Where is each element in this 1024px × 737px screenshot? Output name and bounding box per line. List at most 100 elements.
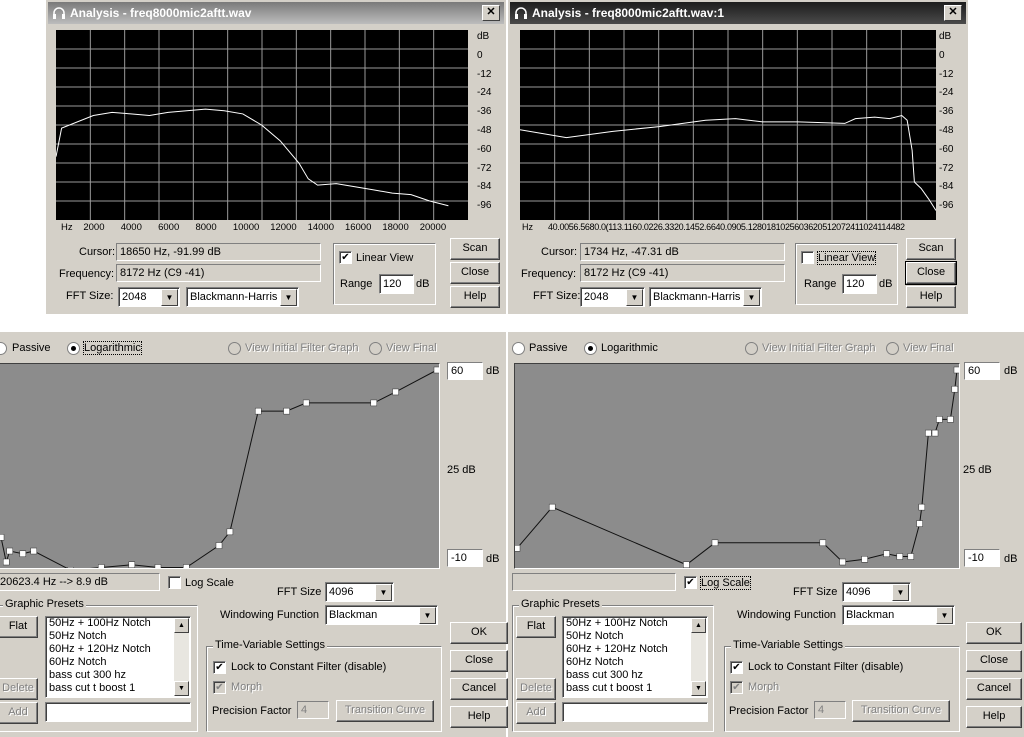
- view-initial-label[interactable]: View Initial Filter Graph: [762, 342, 876, 354]
- chevron-down-icon[interactable]: ▼: [892, 584, 909, 601]
- chevron-down-icon[interactable]: ▼: [743, 289, 760, 306]
- preset-item[interactable]: 50Hz + 100Hz Notch: [563, 617, 707, 630]
- ok-button[interactable]: OK: [966, 622, 1022, 644]
- preset-name-input[interactable]: [45, 702, 191, 722]
- window-function-select[interactable]: Blackmann-Harris ▼: [186, 287, 299, 307]
- add-button[interactable]: Add: [516, 702, 556, 724]
- close-icon[interactable]: ✕: [482, 5, 500, 21]
- preset-item[interactable]: 50Hz + 100Hz Notch: [46, 617, 190, 630]
- close-button[interactable]: Close: [966, 650, 1022, 672]
- range-input[interactable]: 120: [379, 274, 414, 294]
- fft-size-select[interactable]: 2048 ▼: [580, 287, 645, 307]
- logarithmic-label[interactable]: Logarithmic: [83, 341, 142, 355]
- chevron-down-icon[interactable]: ▼: [375, 584, 392, 601]
- windowing-function-select[interactable]: Blackman ▼: [842, 605, 955, 625]
- view-final-radio[interactable]: [886, 342, 899, 355]
- title-bar[interactable]: Analysis - freq8000mic2aftt.wav ✕: [48, 2, 504, 24]
- scroll-up-icon[interactable]: ▲: [174, 618, 189, 633]
- presets-scrollbar[interactable]: ▲ ▼: [174, 618, 189, 696]
- close-button[interactable]: Close: [905, 261, 957, 285]
- preset-item[interactable]: bass cut t boost 1: [563, 682, 707, 695]
- cancel-button[interactable]: Cancel: [966, 678, 1022, 700]
- passive-label[interactable]: Passive: [529, 342, 568, 354]
- db-bottom-value[interactable]: -10: [964, 549, 1000, 567]
- title-bar[interactable]: Analysis - freq8000mic2aftt.wav:1 ✕: [510, 2, 966, 24]
- linear-view-checkbox[interactable]: [801, 251, 814, 264]
- lock-constant-checkbox[interactable]: ✔: [730, 661, 743, 674]
- morph-checkbox[interactable]: ✔: [213, 681, 226, 694]
- scroll-up-icon[interactable]: ▲: [691, 618, 706, 633]
- spectrum-plot[interactable]: [520, 30, 936, 220]
- range-input[interactable]: 120: [842, 274, 877, 294]
- window-function-select[interactable]: Blackmann-Harris ▼: [649, 287, 762, 307]
- spectrum-plot[interactable]: [56, 30, 468, 220]
- log-scale-checkbox[interactable]: [168, 576, 181, 589]
- presets-list[interactable]: 50Hz + 100Hz Notch 50Hz Notch 60Hz + 120Hz…: [45, 616, 191, 698]
- delete-button[interactable]: Delete: [516, 678, 556, 700]
- chevron-down-icon[interactable]: ▼: [936, 607, 953, 624]
- add-button[interactable]: Add: [0, 702, 38, 724]
- scan-button[interactable]: Scan: [906, 238, 956, 260]
- close-icon[interactable]: ✕: [944, 5, 962, 21]
- delete-button[interactable]: Delete: [0, 678, 38, 700]
- help-button[interactable]: Help: [450, 286, 500, 308]
- preset-name-input[interactable]: [562, 702, 708, 722]
- passive-radio[interactable]: [0, 342, 7, 355]
- log-scale-label[interactable]: Log Scale: [700, 576, 751, 590]
- precision-factor-input[interactable]: 4: [814, 701, 846, 719]
- linear-view-label[interactable]: Linear View: [816, 251, 877, 265]
- view-initial-label[interactable]: View Initial Filter Graph: [245, 342, 359, 354]
- transition-curve-button[interactable]: Transition Curve: [852, 700, 950, 722]
- db-bottom-value[interactable]: -10: [447, 549, 483, 567]
- db-top-value[interactable]: 60: [964, 362, 1000, 380]
- help-button[interactable]: Help: [966, 706, 1022, 728]
- filter-graph[interactable]: [514, 363, 960, 569]
- linear-view-checkbox[interactable]: ✔: [339, 251, 352, 264]
- logarithmic-radio[interactable]: [67, 342, 80, 355]
- preset-item[interactable]: 60Hz + 120Hz Notch: [46, 643, 190, 656]
- linear-view-label[interactable]: Linear View: [356, 252, 413, 264]
- lock-constant-label[interactable]: Lock to Constant Filter (disable): [231, 661, 386, 673]
- view-final-radio[interactable]: [369, 342, 382, 355]
- preset-item[interactable]: bass cut 300 hz: [563, 669, 707, 682]
- preset-item[interactable]: 50Hz Notch: [563, 630, 707, 643]
- close-button[interactable]: Close: [450, 262, 500, 284]
- presets-list[interactable]: 50Hz + 100Hz Notch 50Hz Notch 60Hz + 120Hz…: [562, 616, 708, 698]
- preset-item[interactable]: 60Hz + 120Hz Notch: [563, 643, 707, 656]
- preset-item[interactable]: bass cut 300 hz: [46, 669, 190, 682]
- morph-label[interactable]: Morph: [748, 681, 779, 693]
- scan-button[interactable]: Scan: [450, 238, 500, 260]
- lock-constant-label[interactable]: Lock to Constant Filter (disable): [748, 661, 903, 673]
- view-final-label[interactable]: View Final: [386, 342, 437, 354]
- chevron-down-icon[interactable]: ▼: [626, 289, 643, 306]
- ok-button[interactable]: OK: [450, 622, 508, 644]
- chevron-down-icon[interactable]: ▼: [280, 289, 297, 306]
- flat-button[interactable]: Flat: [0, 616, 38, 638]
- precision-factor-input[interactable]: 4: [297, 701, 329, 719]
- preset-item[interactable]: 50Hz Notch: [46, 630, 190, 643]
- view-initial-radio[interactable]: [745, 342, 758, 355]
- preset-item[interactable]: bass cut t boost 1: [46, 682, 190, 695]
- logarithmic-radio[interactable]: [584, 342, 597, 355]
- chevron-down-icon[interactable]: ▼: [161, 289, 178, 306]
- passive-label[interactable]: Passive: [12, 342, 51, 354]
- passive-radio[interactable]: [512, 342, 525, 355]
- presets-scrollbar[interactable]: ▲ ▼: [691, 618, 706, 696]
- help-button[interactable]: Help: [906, 286, 956, 308]
- view-final-label[interactable]: View Final: [903, 342, 954, 354]
- cancel-button[interactable]: Cancel: [450, 678, 508, 700]
- filter-graph[interactable]: [0, 363, 440, 569]
- scroll-down-icon[interactable]: ▼: [691, 681, 706, 696]
- logarithmic-label[interactable]: Logarithmic: [601, 342, 658, 354]
- chevron-down-icon[interactable]: ▼: [419, 607, 436, 624]
- fft-size-select[interactable]: 4096 ▼: [325, 582, 394, 602]
- view-initial-radio[interactable]: [228, 342, 241, 355]
- fft-size-select[interactable]: 4096 ▼: [842, 582, 911, 602]
- log-scale-label[interactable]: Log Scale: [185, 577, 234, 589]
- help-button[interactable]: Help: [450, 706, 508, 728]
- preset-item[interactable]: 60Hz Notch: [563, 656, 707, 669]
- flat-button[interactable]: Flat: [516, 616, 556, 638]
- morph-label[interactable]: Morph: [231, 681, 262, 693]
- db-top-value[interactable]: 60: [447, 362, 483, 380]
- windowing-function-select[interactable]: Blackman ▼: [325, 605, 438, 625]
